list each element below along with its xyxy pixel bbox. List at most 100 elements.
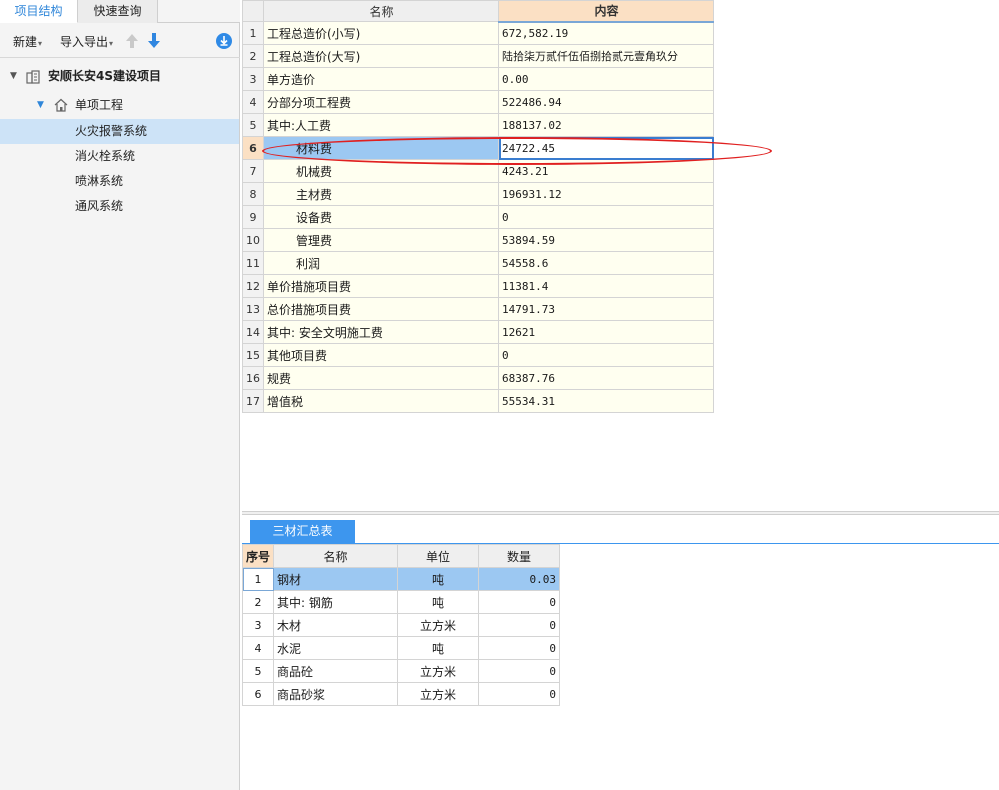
cell-qty[interactable]: 0 (478, 659, 561, 683)
header-name[interactable]: 名称 (263, 0, 499, 22)
move-down-icon[interactable] (147, 32, 161, 49)
cell-name[interactable]: 商品砼 (273, 659, 399, 683)
cell-content[interactable]: 0 (498, 205, 714, 229)
cell-content[interactable]: 陆拾柒万贰仟伍佰捌拾贰元壹角玖分 (498, 44, 714, 68)
header-seq[interactable]: 序号 (241, 544, 275, 568)
tab-quick-query[interactable]: 快速查询 (78, 0, 158, 23)
cell-qty[interactable]: 0 (478, 590, 561, 614)
collapse-arrow-icon[interactable]: ▼ (10, 64, 17, 89)
cell-name[interactable]: 其中: 安全文明施工费 (263, 320, 499, 344)
table-row[interactable]: 3 木材 立方米 0 (241, 613, 561, 637)
tree-project-node[interactable]: ▼ 安顺长安4S建设项目 (0, 64, 239, 89)
tab-material-summary[interactable]: 三材汇总表 (250, 520, 355, 543)
cell-name[interactable]: 规费 (263, 366, 499, 390)
cell-name[interactable]: 单方造价 (263, 67, 499, 91)
cell-name[interactable]: 机械费 (263, 159, 499, 183)
table-row[interactable]: 2 其中: 钢筋吨 0 (241, 590, 561, 614)
table-row[interactable]: 7 机械费 4243.21 (242, 159, 714, 183)
cell-unit[interactable]: 立方米 (397, 682, 480, 706)
table-row[interactable]: 6 材料费 24722.45 (242, 136, 714, 160)
header-qty[interactable]: 数量 (478, 544, 561, 568)
cell-name[interactable]: 工程总造价(大写) (263, 44, 499, 68)
cell-content[interactable]: 24722.45 (498, 136, 714, 160)
tree-item-fire-alarm[interactable]: 火灾报警系统 (0, 119, 239, 144)
cell-content[interactable]: 196931.12 (498, 182, 714, 206)
cell-name[interactable]: 其中:人工费 (263, 113, 499, 137)
cell-content[interactable]: 4243.21 (498, 159, 714, 183)
cell-content[interactable]: 54558.6 (498, 251, 714, 275)
cell-name[interactable]: 其中: 钢筋 (273, 590, 399, 614)
cell-content[interactable]: 53894.59 (498, 228, 714, 252)
cell-name[interactable]: 增值税 (263, 389, 499, 413)
cell-name[interactable]: 设备费 (263, 205, 499, 229)
cell-content[interactable]: 0.00 (498, 67, 714, 91)
cell-name[interactable]: 材料费 (263, 136, 499, 160)
table-row[interactable]: 2 工程总造价(大写) 陆拾柒万贰仟伍佰捌拾贰元壹角玖分 (242, 44, 714, 68)
cell-qty[interactable]: 0 (478, 613, 561, 637)
cell-content[interactable]: 0 (498, 343, 714, 367)
table-row[interactable]: 5 其中:人工费 188137.02 (242, 113, 714, 137)
cell-name[interactable]: 木材 (273, 613, 399, 637)
cell-unit[interactable]: 吨 (397, 590, 480, 614)
cell-unit[interactable]: 立方米 (397, 659, 480, 683)
cell-name[interactable]: 总价措施项目费 (263, 297, 499, 321)
cell-content[interactable]: 68387.76 (498, 366, 714, 390)
cell-qty[interactable]: 0 (478, 682, 561, 706)
table-row[interactable]: 13 总价措施项目费 14791.73 (242, 297, 714, 321)
table-row[interactable]: 16 规费 68387.76 (242, 366, 714, 390)
new-button[interactable]: 新建▾ (13, 33, 42, 50)
move-up-icon[interactable] (125, 33, 139, 49)
cell-name[interactable]: 钢材 (273, 567, 399, 591)
download-icon[interactable] (216, 33, 232, 49)
cell-content[interactable]: 55534.31 (498, 389, 714, 413)
cell-name[interactable]: 其他项目费 (263, 343, 499, 367)
tree-unit-node[interactable]: ▼ 单项工程 (0, 93, 239, 118)
cell-name[interactable]: 商品砂浆 (273, 682, 399, 706)
table-row[interactable]: 1 钢材吨 0.03 (241, 567, 561, 591)
table-row[interactable]: 12 单价措施项目费 11381.4 (242, 274, 714, 298)
table-row[interactable]: 14 其中: 安全文明施工费 12621 (242, 320, 714, 344)
header-name[interactable]: 名称 (273, 544, 399, 568)
table-row[interactable]: 3 单方造价 0.00 (242, 67, 714, 91)
table-row[interactable]: 17 增值税 55534.31 (242, 389, 714, 413)
cell-unit[interactable]: 立方米 (397, 613, 480, 637)
cell-name[interactable]: 管理费 (263, 228, 499, 252)
splitter[interactable] (242, 511, 999, 515)
cell-content[interactable]: 12621 (498, 320, 714, 344)
table-row[interactable]: 1 工程总造价(小写) 672,582.19 (242, 21, 714, 45)
tree-item-hydrant[interactable]: 消火栓系统 (0, 144, 239, 169)
table-row[interactable]: 9 设备费 0 (242, 205, 714, 229)
tree-item-sprinkler[interactable]: 喷淋系统 (0, 169, 239, 194)
cell-qty[interactable]: 0.03 (478, 567, 561, 591)
import-export-button[interactable]: 导入导出▾ (60, 33, 113, 50)
cell-content[interactable]: 188137.02 (498, 113, 714, 137)
header-unit[interactable]: 单位 (397, 544, 480, 568)
cell-content[interactable]: 14791.73 (498, 297, 714, 321)
table-row[interactable]: 8 主材费 196931.12 (242, 182, 714, 206)
cell-name[interactable]: 分部分项工程费 (263, 90, 499, 114)
tree-item-ventilation[interactable]: 通风系统 (0, 194, 239, 219)
cell-name[interactable]: 水泥 (273, 636, 399, 660)
cell-name[interactable]: 主材费 (263, 182, 499, 206)
header-content[interactable]: 内容 (498, 0, 714, 23)
table-row[interactable]: 4 水泥吨 0 (241, 636, 561, 660)
table-row[interactable]: 11 利润 54558.6 (242, 251, 714, 275)
cell-name[interactable]: 利润 (263, 251, 499, 275)
cell-qty[interactable]: 0 (478, 636, 561, 660)
table-row[interactable]: 15 其他项目费 0 (242, 343, 714, 367)
cell-unit[interactable]: 吨 (397, 636, 480, 660)
cell-content[interactable]: 672,582.19 (498, 21, 714, 45)
table-row[interactable]: 4 分部分项工程费 522486.94 (242, 90, 714, 114)
tab-project-structure[interactable]: 项目结构 (0, 0, 78, 23)
row-index: 6 (241, 682, 275, 706)
table-row[interactable]: 10 管理费 53894.59 (242, 228, 714, 252)
collapse-arrow-icon[interactable]: ▼ (37, 93, 44, 118)
cell-content[interactable]: 11381.4 (498, 274, 714, 298)
row-index: 3 (241, 613, 275, 637)
cell-unit[interactable]: 吨 (397, 567, 480, 591)
cell-name[interactable]: 单价措施项目费 (263, 274, 499, 298)
table-row[interactable]: 5 商品砼 立方米 0 (241, 659, 561, 683)
cell-content[interactable]: 522486.94 (498, 90, 714, 114)
cell-name[interactable]: 工程总造价(小写) (263, 21, 499, 45)
table-row[interactable]: 6 商品砂浆 立方米 0 (241, 682, 561, 706)
